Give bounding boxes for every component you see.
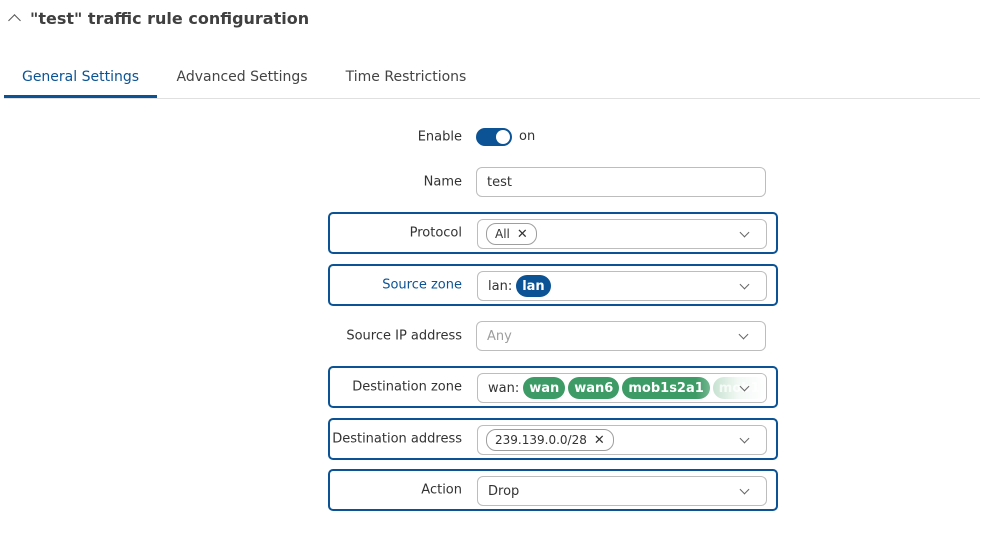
destination-address-row: Destination address 239.139.0.0/28 ✕ — [328, 418, 778, 460]
traffic-rule-page: "test" traffic rule configuration Genera… — [0, 0, 981, 546]
chevron-down-icon[interactable] — [739, 484, 750, 495]
destination-address-chip: 239.139.0.0/28 ✕ — [486, 429, 614, 451]
destination-zone-row: Destination zone wan: wan wan6 mob1s2a1 … — [328, 366, 778, 408]
protocol-label: Protocol — [409, 225, 462, 241]
section-header[interactable]: "test" traffic rule configuration — [6, 6, 309, 30]
tab-general-settings[interactable]: General Settings — [4, 58, 157, 98]
source-zone-chip: lan — [516, 275, 551, 297]
source-zone-row: Source zone lan: lan — [328, 264, 778, 306]
action-value: Drop — [488, 483, 520, 499]
destination-zone-chip: wan6 — [568, 377, 620, 399]
source-zone-select[interactable]: lan: lan — [477, 271, 767, 301]
enable-label: Enable — [417, 129, 462, 145]
tab-bar: General Settings Advanced Settings Time … — [4, 58, 980, 99]
chevron-down-icon[interactable] — [739, 227, 750, 238]
tab-advanced-settings[interactable]: Advanced Settings — [168, 58, 316, 97]
source-ip-select[interactable]: Any — [476, 321, 766, 351]
remove-chip-icon[interactable]: ✕ — [594, 433, 605, 448]
source-ip-placeholder: Any — [487, 328, 512, 344]
overflow-fade — [696, 374, 766, 402]
action-row: Action Drop — [328, 469, 778, 511]
destination-zone-select[interactable]: wan: wan wan6 mob1s2a1 mob1 — [477, 373, 767, 403]
name-row: Name test — [328, 161, 778, 203]
source-ip-row: Source IP address Any — [328, 315, 778, 357]
tab-time-restrictions[interactable]: Time Restrictions — [336, 58, 476, 97]
name-input-value: test — [487, 174, 512, 190]
source-zone-prefix: lan: — [488, 278, 513, 294]
name-label: Name — [423, 174, 462, 190]
source-ip-label: Source IP address — [346, 328, 462, 344]
chevron-down-icon[interactable] — [739, 433, 750, 444]
chevron-down-icon[interactable] — [739, 279, 750, 290]
destination-address-chip-label: 239.139.0.0/28 — [495, 433, 587, 447]
protocol-row: Protocol All ✕ — [328, 212, 778, 254]
protocol-chip: All ✕ — [486, 223, 537, 245]
action-label: Action — [421, 482, 462, 498]
destination-zone-prefix: wan: — [488, 380, 520, 396]
name-input[interactable]: test — [476, 167, 766, 197]
destination-zone-chip: wan — [523, 377, 566, 399]
destination-address-label: Destination address — [332, 431, 462, 447]
toggle-knob — [496, 130, 510, 144]
enable-state-text: on — [519, 129, 536, 144]
section-title: "test" traffic rule configuration — [30, 8, 310, 28]
destination-zone-label: Destination zone — [352, 379, 462, 395]
action-select[interactable]: Drop — [477, 476, 767, 506]
chevron-up-icon[interactable] — [8, 14, 21, 27]
enable-row: Enable on — [328, 116, 778, 158]
chevron-down-icon[interactable] — [738, 329, 749, 340]
protocol-select[interactable]: All ✕ — [477, 219, 767, 249]
remove-chip-icon[interactable]: ✕ — [517, 227, 528, 242]
destination-address-select[interactable]: 239.139.0.0/28 ✕ — [477, 425, 767, 455]
source-zone-label: Source zone — [382, 277, 462, 293]
protocol-chip-label: All — [495, 227, 510, 241]
enable-toggle[interactable] — [476, 128, 512, 146]
